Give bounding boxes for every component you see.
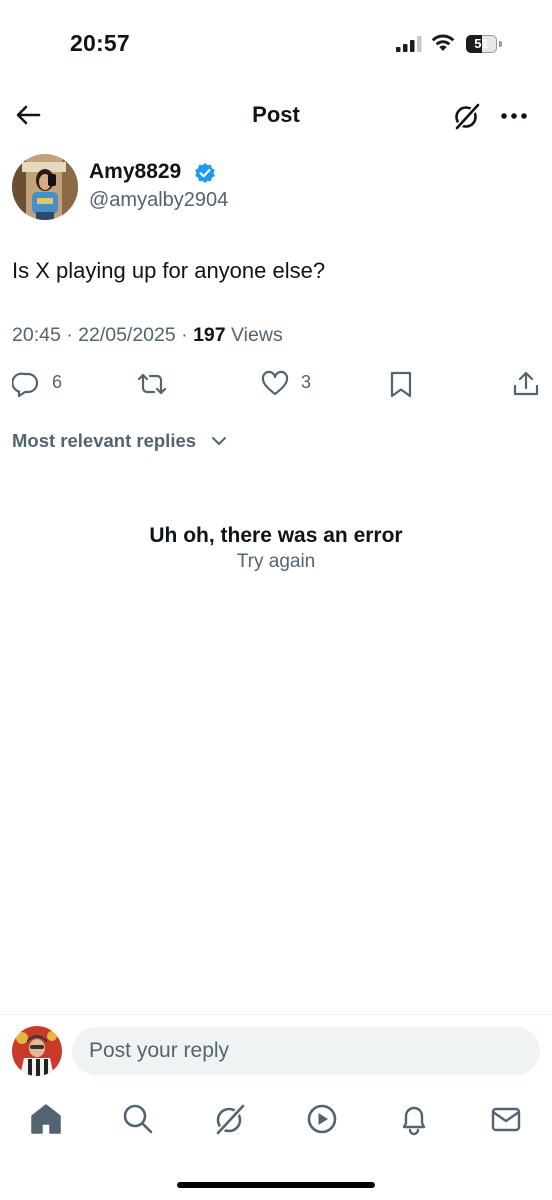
reply-icon — [12, 372, 39, 398]
author-avatar[interactable] — [12, 154, 78, 220]
post-timestamp: 20:45 · 22/05/2025 · — [12, 324, 194, 346]
like-count: 3 — [301, 372, 312, 392]
composer-divider — [0, 1014, 552, 1015]
status-time: 20:57 — [70, 30, 130, 56]
share-button[interactable] — [512, 370, 540, 398]
replies-sort-dropdown[interactable]: Most relevant replies — [12, 430, 196, 452]
notifications-icon[interactable] — [396, 1101, 432, 1137]
repost-icon — [137, 373, 167, 395]
author-display-name[interactable]: Amy8829 — [89, 160, 181, 184]
post-meta: 20:45 · 22/05/2025 · 197 Views — [12, 324, 283, 347]
post-text: Is X playing up for anyone else? — [12, 258, 326, 283]
views-label: Views — [225, 324, 283, 346]
like-button[interactable]: 3 — [261, 370, 321, 398]
reply-button[interactable]: 6 — [12, 370, 72, 398]
wifi-icon — [431, 34, 455, 51]
error-message: Uh oh, there was an error — [149, 524, 403, 547]
views-count[interactable]: 197 — [193, 324, 226, 346]
reply-input[interactable] — [72, 1027, 540, 1075]
heart-icon — [261, 370, 289, 396]
try-again-button[interactable]: Try again — [0, 551, 552, 573]
share-icon — [513, 371, 539, 396]
grok-icon[interactable] — [452, 101, 482, 131]
home-indicator[interactable] — [177, 1182, 375, 1188]
search-icon[interactable] — [120, 1101, 156, 1137]
bookmark-button[interactable] — [388, 370, 414, 398]
verified-badge-icon — [195, 163, 215, 183]
video-icon[interactable] — [304, 1101, 340, 1137]
home-icon[interactable] — [28, 1101, 64, 1137]
battery-icon: 51 — [466, 35, 502, 53]
signal-icon — [396, 36, 422, 52]
chevron-down-icon[interactable] — [210, 434, 228, 448]
repost-button[interactable] — [136, 370, 168, 398]
more-icon[interactable] — [499, 104, 529, 128]
messages-icon[interactable] — [488, 1101, 524, 1137]
battery-level: 51 — [474, 36, 489, 51]
author-handle[interactable]: @amyalby2904 — [89, 189, 228, 212]
grok-tab-icon[interactable] — [212, 1101, 248, 1137]
user-avatar[interactable] — [12, 1026, 62, 1076]
reply-count: 6 — [52, 372, 63, 392]
bookmark-icon — [390, 371, 412, 398]
